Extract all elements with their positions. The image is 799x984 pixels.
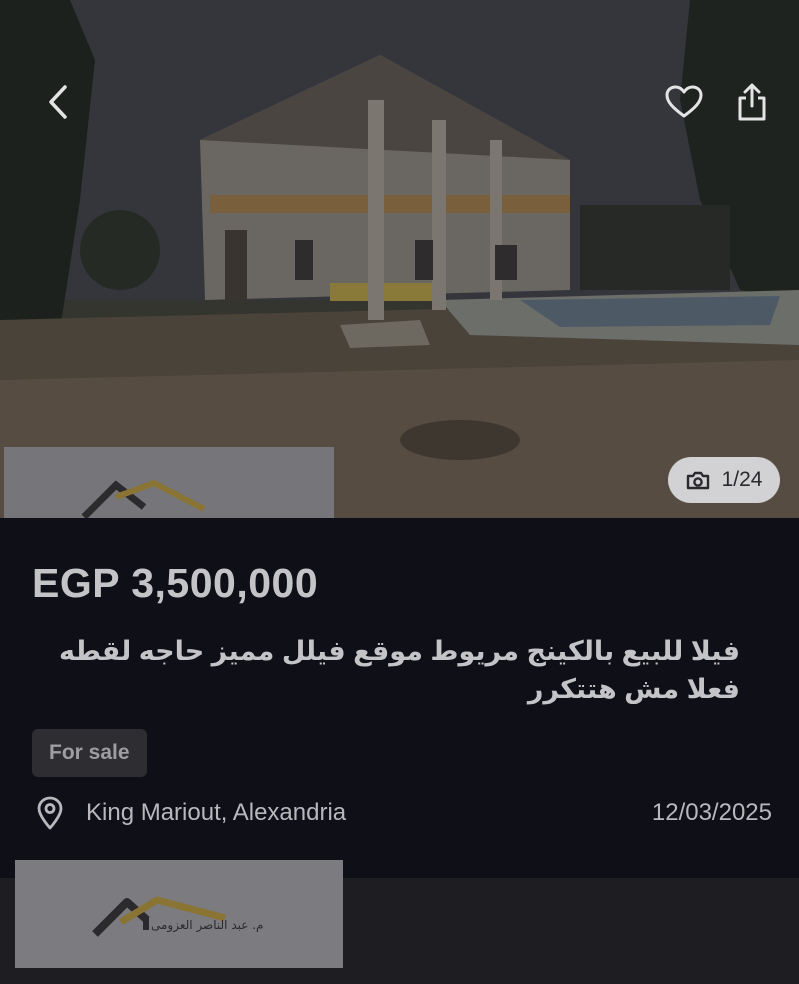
share-button[interactable]: [728, 78, 776, 126]
location-pin-icon: [34, 795, 66, 831]
location-text: King Mariout, Alexandria: [86, 799, 347, 826]
favorite-button[interactable]: [660, 78, 708, 126]
photo-counter[interactable]: 1/24: [668, 457, 780, 503]
listing-date: 12/03/2025: [651, 799, 772, 826]
listing-photo[interactable]: 1/24: [0, 0, 799, 518]
share-icon: [738, 83, 766, 121]
watermark-text: م. عبد الناصر العزومى: [151, 918, 264, 932]
heart-icon: [665, 85, 703, 118]
status-badge: For sale: [32, 729, 147, 777]
camera-icon: [686, 471, 709, 490]
chevron-left-icon: [49, 85, 67, 119]
watermark-logo: [4, 447, 334, 518]
listing-title: فيلا للبيع بالكينج مريوط موقع فيلل مميز …: [59, 636, 740, 704]
watermark-logo-large: م. عبد الناصر العزومى: [15, 860, 343, 968]
location-row: King Mariout, Alexandria 12/03/2025: [34, 792, 772, 834]
logo-roof-icon: [92, 896, 226, 937]
listing-price: EGP 3,500,000: [32, 560, 319, 606]
photo-counter-text: 1/24: [721, 468, 763, 491]
back-button[interactable]: [36, 80, 80, 124]
logo-roof-icon: [81, 479, 206, 518]
